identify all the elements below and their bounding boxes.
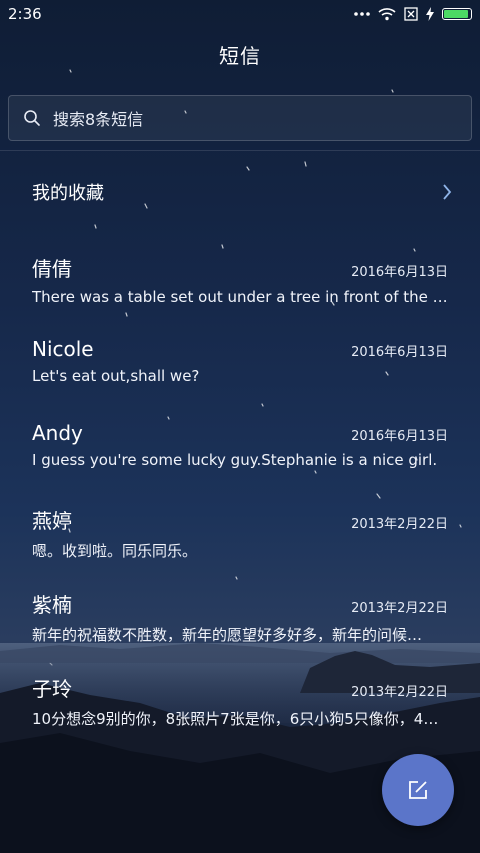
thread-preview: Let's eat out,shall we? [32, 367, 200, 385]
thread-item[interactable]: Andy 2016年6月13日 I guess you're some luck… [32, 421, 448, 481]
page-title: 短信 [219, 44, 261, 68]
search-input[interactable]: 搜索8条短信 [8, 95, 472, 141]
thread-preview: There was a table set out under a tree i… [32, 288, 448, 306]
thread-name: Andy [32, 421, 83, 445]
favorites-label: 我的收藏 [32, 183, 104, 204]
dots-icon [354, 12, 370, 16]
thread-date: 2016年6月13日 [351, 345, 448, 360]
sim-off-icon [404, 7, 418, 21]
thread-date: 2016年6月13日 [351, 265, 448, 280]
thread-name: 紫楠 [32, 593, 72, 617]
divider [0, 150, 480, 151]
status-icons [354, 7, 472, 21]
thread-item[interactable]: 子玲 2013年2月22日 10分想念9别的你，8张照片7张是你，6只小狗5只像… [32, 673, 448, 733]
charging-icon [426, 7, 434, 21]
search-placeholder: 搜索8条短信 [53, 110, 144, 129]
status-bar: 2:36 [0, 0, 480, 28]
thread-date: 2013年2月22日 [351, 685, 448, 700]
compose-icon [409, 781, 427, 799]
thread-item[interactable]: 紫楠 2013年2月22日 新年的祝福数不胜数，新年的愿望好多好多，新年的问候… [32, 589, 448, 649]
thread-name: 燕婷 [32, 509, 72, 533]
thread-preview: 10分想念9别的你，8张照片7张是你，6只小狗5只像你，4… [32, 710, 439, 728]
thread-date: 2013年2月22日 [351, 601, 448, 616]
battery-icon [442, 8, 472, 20]
wifi-icon [378, 8, 396, 21]
favorites-row[interactable]: 我的收藏 [32, 170, 452, 214]
thread-item[interactable]: 倩倩 2016年6月13日 There was a table set out … [32, 253, 448, 313]
search-icon [24, 110, 40, 126]
thread-preview: 新年的祝福数不胜数，新年的愿望好多好多，新年的问候… [32, 626, 423, 644]
thread-date: 2013年2月22日 [351, 517, 448, 532]
chevron-right-icon [443, 184, 452, 200]
thread-name: Nicole [32, 337, 94, 361]
status-time: 2:36 [8, 5, 42, 23]
thread-preview: I guess you're some lucky guy.Stephanie … [32, 451, 438, 469]
thread-name: 倩倩 [32, 257, 72, 281]
thread-preview: 嗯。收到啦。同乐同乐。 [32, 542, 198, 560]
thread-name: 子玲 [32, 677, 72, 701]
thread-item[interactable]: 燕婷 2013年2月22日 嗯。收到啦。同乐同乐。 [32, 505, 448, 565]
compose-button[interactable] [382, 754, 454, 826]
thread-item[interactable]: Nicole 2016年6月13日 Let's eat out,shall we… [32, 337, 448, 397]
thread-date: 2016年6月13日 [351, 429, 448, 444]
